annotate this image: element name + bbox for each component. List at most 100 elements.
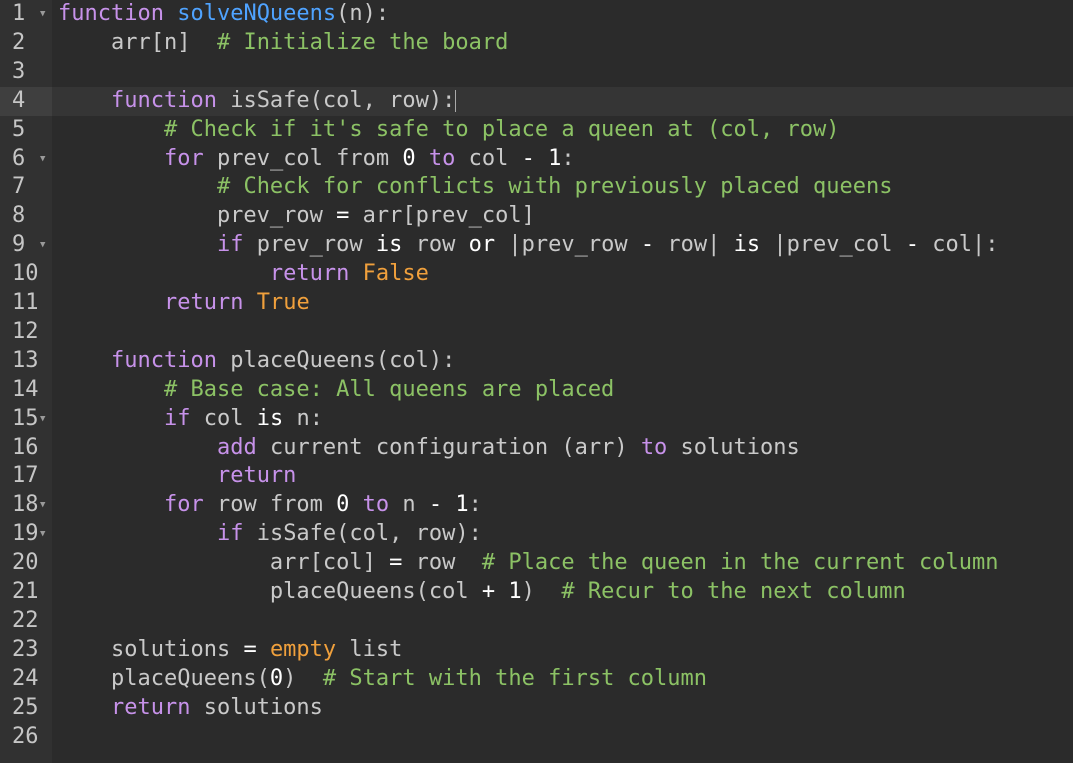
code-token: return [163, 290, 244, 315]
code-line[interactable]: placeQueens(0) # Start with the first co… [52, 665, 1073, 694]
code-token: solutions [667, 434, 800, 460]
code-token: |prev_col [760, 232, 906, 258]
line-number-label: 3 [12, 58, 26, 84]
code-area[interactable]: function solveNQueens(n): arr[n] # Initi… [52, 0, 1073, 763]
code-token: # Check if it's safe to place a queen at… [163, 116, 840, 142]
code-token: False [362, 261, 429, 287]
code-token: n: [283, 405, 323, 431]
line-number: 26 [0, 723, 52, 752]
line-number: 7 [0, 173, 52, 202]
code-token: row [402, 550, 482, 576]
fold-toggle-icon[interactable]: ▼ [40, 0, 45, 29]
code-token: # Start with the first column [322, 665, 708, 691]
line-number: 22 [0, 607, 52, 636]
fold-toggle-icon[interactable]: ▼ [40, 491, 45, 520]
fold-toggle-icon[interactable]: ▼ [40, 405, 45, 434]
code-line[interactable]: if prev_row is row or |prev_row - row| i… [52, 231, 1073, 260]
line-number: 5 [0, 116, 52, 145]
text-cursor [455, 89, 457, 112]
code-line[interactable]: add current configuration (arr) to solut… [52, 434, 1073, 463]
code-line[interactable]: return True [52, 289, 1073, 318]
code-line[interactable]: return [52, 462, 1073, 491]
code-line[interactable]: for prev_col from 0 to col - 1: [52, 145, 1073, 174]
fold-toggle-icon[interactable]: ▼ [40, 145, 45, 174]
line-number-label: 1 [12, 1, 26, 26]
code-line[interactable]: return solutions [52, 694, 1073, 723]
code-token: 1 [548, 145, 562, 171]
code-editor[interactable]: 1 ▼ 2 3 4 5 6 ▼ 7 8 9 ▼ 10 11 12 13 14 15 ▼ 16 17 18 ▼ 19 ▼ 20 21 2… [0, 0, 1073, 763]
code-line[interactable]: return False [52, 260, 1073, 289]
code-line[interactable]: function isSafe(col, row): [52, 86, 1073, 116]
line-number: 23 [0, 636, 52, 665]
code-token: = [243, 636, 257, 662]
code-token: is [375, 232, 403, 258]
line-number: 11 [0, 289, 52, 318]
code-token: : [468, 492, 482, 518]
fold-toggle-icon[interactable]: ▼ [40, 520, 45, 549]
code-token: prev_row [58, 203, 337, 229]
code-line[interactable]: solutions = empty list [52, 636, 1073, 665]
line-number-gutter: 1 ▼ 2 3 4 5 6 ▼ 7 8 9 ▼ 10 11 12 13 14 15 ▼ 16 17 18 ▼ 19 ▼ 20 21 2… [0, 0, 52, 763]
line-number-label: 22 [12, 607, 39, 633]
line-number: 15 ▼ [0, 405, 52, 434]
code-line[interactable]: if isSafe(col, row): [52, 520, 1073, 549]
line-number: 24 [0, 665, 52, 694]
code-token: is [733, 232, 761, 258]
code-line[interactable]: placeQueens(col + 1) # Recur to the next… [52, 578, 1073, 607]
fold-toggle-icon[interactable]: ▼ [40, 231, 45, 260]
code-token: = [336, 203, 350, 229]
line-number-label: 26 [12, 723, 39, 749]
line-number-label: 24 [12, 665, 39, 691]
code-token: function [58, 1, 164, 26]
code-token: row from [203, 492, 337, 518]
code-token: 0 [402, 145, 416, 171]
code-token: solutions [190, 694, 323, 720]
code-token: : [561, 145, 575, 171]
line-number: 14 [0, 376, 52, 405]
code-token: - [640, 232, 655, 258]
code-line[interactable]: arr[n] # Initialize the board [52, 29, 1073, 58]
code-line[interactable] [52, 723, 1073, 752]
line-number-label: 10 [12, 261, 39, 287]
line-number-label: 19 [12, 521, 39, 547]
code-token: # Recur to the next column [561, 579, 906, 604]
line-number-label: 18 [12, 492, 39, 518]
code-line[interactable] [52, 318, 1073, 347]
code-line[interactable] [52, 607, 1073, 636]
code-line[interactable] [52, 58, 1073, 87]
code-line[interactable]: function solveNQueens(n): [52, 0, 1073, 29]
line-number: 13 [0, 347, 52, 376]
code-token: 0 [269, 665, 284, 691]
line-number: 19 ▼ [0, 520, 52, 549]
code-token: or [468, 232, 496, 258]
code-token: to [428, 145, 456, 171]
code-line[interactable]: # Check for conflicts with previously pl… [52, 173, 1073, 202]
code-line[interactable]: function placeQueens(col): [52, 347, 1073, 376]
line-number: 21 [0, 578, 52, 607]
code-line[interactable]: # Check if it's safe to place a queen at… [52, 116, 1073, 145]
code-line[interactable]: arr[col] = row # Place the queen in the … [52, 549, 1073, 578]
code-line[interactable]: if col is n: [52, 405, 1073, 434]
code-token: 1 [455, 492, 469, 518]
code-line[interactable]: # Base case: All queens are placed [52, 376, 1073, 405]
code-token: (n): [336, 1, 390, 26]
line-number-label: 20 [12, 550, 39, 576]
line-number: 4 [0, 86, 52, 116]
code-line[interactable]: prev_row = arr[prev_col] [52, 202, 1073, 231]
code-token: function [110, 347, 217, 373]
code-token: placeQueens( [58, 665, 270, 691]
code-token: solveNQueens [177, 1, 337, 26]
code-line[interactable]: for row from 0 to n - 1: [52, 491, 1073, 520]
line-number: 12 [0, 318, 52, 347]
code-token: arr[n] [58, 29, 217, 55]
